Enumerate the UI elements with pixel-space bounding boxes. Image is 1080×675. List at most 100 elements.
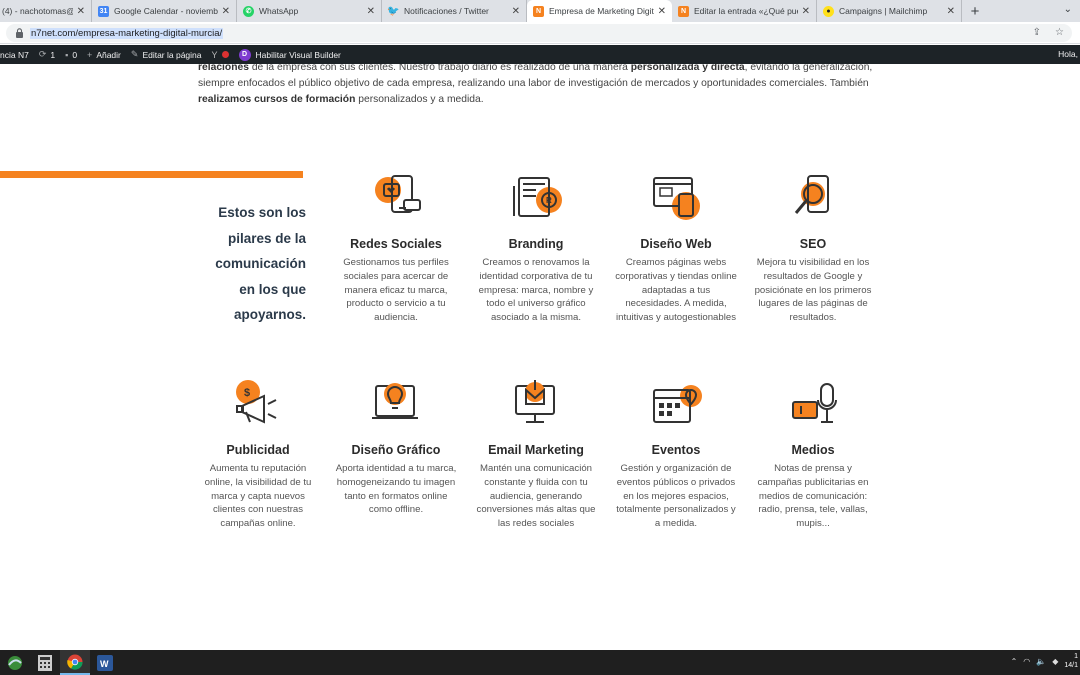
account-greeting[interactable]: Hola, [1058,49,1078,59]
word-icon[interactable]: W [90,650,120,675]
tab-calendar[interactable]: 31 Google Calendar - noviembre de ✕ [92,0,237,22]
social-media-icon [366,172,426,232]
service-diseno-web: Diseño Web Creamos páginas webs corporat… [614,172,738,325]
chevron-up-icon[interactable]: ⌃ [1011,657,1018,666]
service-title: Diseño Web [640,237,712,251]
tab-title: (4) - nachotomas@gmail.com [2,6,73,16]
close-icon[interactable]: ✕ [77,6,85,17]
site-name-link[interactable]: ncia N7 [0,50,29,60]
yoast-seo-link[interactable]: Y [212,50,229,60]
browser-tab-strip: (4) - nachotomas@gmail.com ✕ 31 Google C… [0,0,1080,22]
tab-title: Editar la entrada «¿Qué puede h [694,6,798,16]
service-description: Aporta identidad a tu marca, homogeneiza… [335,463,457,516]
dropbox-icon[interactable]: ◆ [1052,657,1058,666]
visual-builder-label: Habilitar Visual Builder [255,49,341,60]
service-title: Eventos [651,443,701,457]
service-description: Aumenta tu reputación online, la visibil… [204,463,312,530]
system-tray: ⌃ ◠ 🔈 ◆ 1 14/1 [1011,652,1078,670]
visual-builder-link[interactable]: D Habilitar Visual Builder [238,48,341,61]
pillars-line: Estos son los [218,205,306,220]
tab-n7net-active[interactable]: N Empresa de Marketing Digital M ✕ [527,0,672,22]
calculator-icon[interactable] [30,650,60,675]
omnibox-actions: ⇪ ☆ [1033,27,1064,38]
service-title: Branding [508,237,564,251]
service-seo: SEO Mejora tu visibilidad en los resulta… [751,172,875,325]
url-text[interactable]: n7net.com/empresa-marketing-digital-murc… [30,27,224,39]
svg-text:W: W [100,659,109,669]
close-icon[interactable]: ✕ [658,6,666,17]
service-title: Diseño Gráfico [351,443,441,457]
service-description: Mejora tu visibilidad en los resultados … [754,257,872,324]
service-branding: R Branding Creamos o renovamos la identi… [474,172,598,325]
service-diseno-grafico: Diseño Gráfico Aporta identidad a tu mar… [334,378,458,517]
close-icon[interactable]: ✕ [947,6,955,17]
branding-icon: R [506,172,566,232]
window-controls: ⌄ [1064,4,1072,15]
network-icon[interactable]: ◠ [1023,657,1030,666]
bookmark-star-icon[interactable]: ☆ [1055,27,1064,38]
edit-page-link[interactable]: ✎ Editar la página [131,49,202,60]
service-medios: Medios Notas de prensa y campañas public… [751,378,875,531]
yoast-icon: Y [211,49,218,60]
tab-edit-entry[interactable]: N Editar la entrada «¿Qué puede h ✕ [672,0,817,22]
close-icon[interactable]: ✕ [512,6,520,17]
intro-text: personalizados y a medida. [355,94,484,105]
lock-icon[interactable] [14,28,24,38]
events-icon [646,378,706,438]
system-clock[interactable]: 1 14/1 [1064,652,1078,670]
tab-title: WhatsApp [259,6,299,16]
omnibox[interactable]: n7net.com/empresa-marketing-digital-murc… [6,24,1072,42]
svg-text:$: $ [244,387,250,399]
taskbar-app-icon[interactable] [0,650,30,675]
tab-title: Notificaciones / Twitter [404,6,489,16]
page-content: relaciones de la empresa con sus cliente… [0,64,1080,650]
address-bar: n7net.com/empresa-marketing-digital-murc… [0,22,1080,44]
updates-link[interactable]: ⟳ 1 [39,49,55,60]
add-new-link[interactable]: + Añadir [87,50,121,60]
close-icon[interactable]: ✕ [802,6,810,17]
clock-date: 14/1 [1064,662,1078,669]
service-description: Mantén una comunicación constante y flui… [476,463,596,530]
comments-link[interactable]: ▪ 0 [65,50,77,60]
windows-taskbar: W ⌃ ◠ 🔈 ◆ 1 14/1 [0,650,1080,675]
service-title: Email Marketing [488,443,584,457]
media-icon [783,378,843,438]
chevron-down-icon[interactable]: ⌄ [1064,4,1072,15]
intro-paragraph: relaciones de la empresa con sus cliente… [198,64,878,108]
tab-title: Google Calendar - noviembre de [114,6,218,16]
svg-text:R: R [546,196,552,205]
n7-favicon-icon: N [678,5,689,17]
tab-mailchimp[interactable]: ● Campaigns | Mailchimp ✕ [817,0,962,22]
service-description: Creamos páginas webs corporativas y tien… [615,257,737,324]
intro-bold: relaciones [198,64,249,73]
tab-title: Empresa de Marketing Digital M [549,6,654,16]
share-icon[interactable]: ⇪ [1033,27,1041,38]
web-design-icon [646,172,706,232]
tab-gmail[interactable]: (4) - nachotomas@gmail.com ✕ [0,0,92,22]
updates-count: 1 [50,49,56,60]
clock-time: 1 [1074,653,1078,660]
volume-icon[interactable]: 🔈 [1036,657,1046,666]
service-publicidad: $ Publicidad Aumenta tu reputación onlin… [196,378,320,531]
plus-icon: + [87,49,93,60]
intro-bold: personalizada y directa [630,64,745,73]
pillars-line: pilares de la [227,230,306,246]
add-new-label: Añadir [96,49,121,60]
service-redes-sociales: Redes Sociales Gestionamos tus perfiles … [334,172,458,325]
close-icon[interactable]: ✕ [367,6,375,17]
new-tab-button[interactable]: + [962,0,988,22]
service-title: Publicidad [226,443,290,457]
close-icon[interactable]: ✕ [222,6,230,17]
tab-twitter[interactable]: 🐦 Notificaciones / Twitter ✕ [382,0,527,22]
advertising-icon: $ [228,378,288,438]
chrome-icon[interactable] [60,650,90,675]
service-title: SEO [799,237,827,251]
pillars-heading: Estos son los pilares de la comunicación… [196,200,306,328]
edit-page-label: Editar la página [142,49,202,60]
graphic-design-icon [366,378,426,438]
service-title: Medios [791,443,835,457]
whatsapp-icon: ✆ [243,5,254,17]
service-description: Creamos o renovamos la identidad corpora… [478,257,594,324]
tab-whatsapp[interactable]: ✆ WhatsApp ✕ [237,0,382,22]
twitter-icon: 🐦 [387,5,400,17]
